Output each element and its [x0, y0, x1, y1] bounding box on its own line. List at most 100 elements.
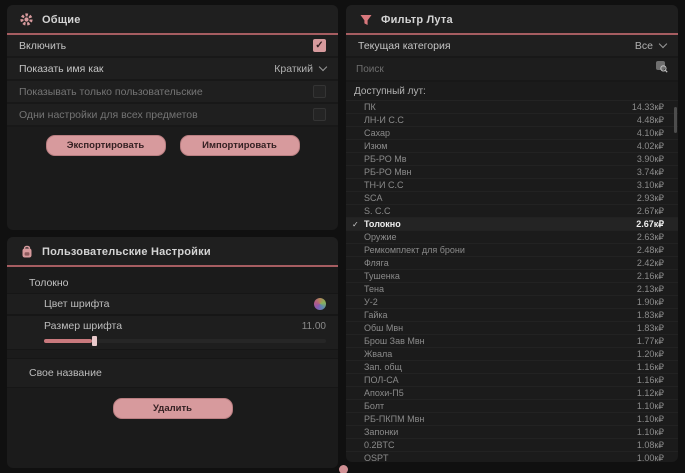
- show-name-label: Показать имя как: [19, 63, 104, 75]
- font-size-label: Размер шрифта: [44, 320, 122, 332]
- show-name-value: Краткий: [274, 63, 313, 75]
- same-settings-checkbox[interactable]: [313, 108, 326, 121]
- loot-item-name: Изюм: [364, 141, 637, 151]
- chevron-down-icon: [659, 40, 667, 48]
- search-input[interactable]: [356, 64, 655, 75]
- loot-item-name: Ремкомплект для брони: [364, 245, 637, 255]
- loot-row[interactable]: ✓ Толокно 2.67к₽: [346, 218, 678, 231]
- mod-settings-page: Общие Включить ✓ Показать имя как Кратки…: [0, 0, 685, 473]
- loot-item-value: 3.74к₽: [637, 167, 664, 178]
- loot-row[interactable]: SCA 2.93к₽: [346, 192, 678, 205]
- loot-row[interactable]: S. С.С 2.67к₽: [346, 205, 678, 218]
- loot-item-name: 0.2BTC: [364, 440, 637, 450]
- color-picker-icon[interactable]: [314, 298, 326, 310]
- loot-row[interactable]: ПОЛ-СА 1.16к₽: [346, 374, 678, 387]
- loot-row[interactable]: Оружие 2.63к₽: [346, 231, 678, 244]
- loot-row[interactable]: Гайка 1.83к₽: [346, 309, 678, 322]
- loot-row[interactable]: Сахар 4.10к₽: [346, 127, 678, 140]
- show-name-dropdown[interactable]: Краткий: [274, 63, 326, 75]
- enable-checkbox[interactable]: ✓: [313, 39, 326, 52]
- loot-item-value: 14.33к₽: [632, 102, 664, 113]
- loot-item-value: 1.10к₽: [637, 427, 664, 438]
- font-size-row: Размер шрифта 11.00: [7, 315, 338, 336]
- loot-row[interactable]: РБ-РО Мв 3.90к₽: [346, 153, 678, 166]
- loot-row[interactable]: Зап. общ 1.16к₽: [346, 361, 678, 374]
- loot-row[interactable]: ЛН-И С.С 4.48к₽: [346, 114, 678, 127]
- gear-icon: [19, 12, 34, 27]
- loot-row[interactable]: РБ-РО Мвн 3.74к₽: [346, 166, 678, 179]
- loot-row[interactable]: ПК 14.33к₽: [346, 101, 678, 114]
- loot-item-name: ПК: [364, 102, 632, 112]
- font-size-slider[interactable]: [44, 339, 326, 343]
- loot-item-name: S. С.С: [364, 206, 637, 216]
- slider-thumb[interactable]: [92, 336, 97, 346]
- loot-item-value: 2.63к₽: [637, 232, 664, 243]
- loot-row[interactable]: Изюм 4.02к₽: [346, 140, 678, 153]
- loot-item-value: 1.10к₽: [637, 414, 664, 425]
- loot-item-name: Запонки: [364, 427, 637, 437]
- loot-row[interactable]: Обш Мвн 1.83к₽: [346, 322, 678, 335]
- right-column: Фильтр Лута Текущая категория Все: [346, 5, 678, 468]
- loot-row[interactable]: OSPT 1.00к₽: [346, 452, 678, 462]
- export-button[interactable]: Экспортировать: [46, 135, 166, 156]
- loot-filter-header: Фильтр Лута: [346, 5, 678, 35]
- loot-item-name: Сахар: [364, 128, 637, 138]
- available-loot-label: Доступный лут:: [346, 82, 678, 100]
- show-name-row: Показать имя как Краткий: [7, 58, 338, 81]
- font-size-slider-wrap: [7, 336, 338, 350]
- loot-item-value: 2.67к₽: [637, 206, 664, 217]
- loot-list: ПК 14.33к₽ ЛН-И С.С 4.48к₽ Сахар 4.10к₽ …: [346, 100, 678, 462]
- loot-row[interactable]: Фляга 2.42к₽: [346, 257, 678, 270]
- delete-button[interactable]: Удалить: [113, 398, 233, 419]
- loot-row[interactable]: Тушенка 2.16к₽: [346, 270, 678, 283]
- loot-row[interactable]: ТН-И С.С 3.10к₽: [346, 179, 678, 192]
- panel-title: Общие: [42, 14, 81, 26]
- loot-item-value: 1.16к₽: [637, 362, 664, 373]
- loot-item-value: 2.16к₽: [637, 271, 664, 282]
- loot-item-name: РБ-РО Мв: [364, 154, 637, 164]
- only-custom-checkbox[interactable]: [313, 85, 326, 98]
- loot-item-name: Болт: [364, 401, 637, 411]
- loot-item-name: SCA: [364, 193, 637, 203]
- loot-row[interactable]: Запонки 1.10к₽: [346, 426, 678, 439]
- only-custom-row: Показывать только пользовательские: [7, 81, 338, 104]
- loot-row[interactable]: 0.2BTC 1.08к₽: [346, 439, 678, 452]
- loot-item-value: 3.10к₽: [637, 180, 664, 191]
- loot-item-value: 4.02к₽: [637, 141, 664, 152]
- loot-item-value: 2.42к₽: [637, 258, 664, 269]
- loot-row[interactable]: Ремкомплект для брони 2.48к₽: [346, 244, 678, 257]
- loot-item-name: РБ-ПКПМ Мвн: [364, 414, 637, 424]
- loot-item-value: 1.16к₽: [637, 375, 664, 386]
- enable-row: Включить ✓: [7, 35, 338, 58]
- loot-row[interactable]: У-2 1.90к₽: [346, 296, 678, 309]
- loot-item-name: РБ-РО Мвн: [364, 167, 637, 177]
- backpack-icon: [19, 244, 34, 259]
- font-color-label: Цвет шрифта: [44, 298, 110, 310]
- loot-item-name: Гайка: [364, 310, 637, 320]
- category-dropdown[interactable]: Все: [635, 40, 666, 52]
- selected-check-icon: ✓: [352, 220, 364, 229]
- loot-item-value: 4.48к₽: [637, 115, 664, 126]
- delete-row: Удалить: [7, 388, 338, 429]
- loot-row[interactable]: Болт 1.10к₽: [346, 400, 678, 413]
- import-button[interactable]: Импортировать: [180, 135, 300, 156]
- loot-item-value: 4.10к₽: [637, 128, 664, 139]
- same-settings-row: Одни настройки для всех предметов: [7, 104, 338, 127]
- scrollbar-thumb[interactable]: [674, 107, 677, 133]
- loot-row[interactable]: Апохи-П5 1.12к₽: [346, 387, 678, 400]
- loot-row[interactable]: Брош Зав Мвн 1.77к₽: [346, 335, 678, 348]
- resize-handle[interactable]: [339, 465, 348, 473]
- loot-item-name: Зап. общ: [364, 362, 637, 372]
- user-settings-panel: Пользовательские Настройки Толокно Цвет …: [7, 237, 338, 468]
- loot-item-value: 1.20к₽: [637, 349, 664, 360]
- loot-item-name: Тена: [364, 284, 637, 294]
- custom-name-input[interactable]: [112, 368, 326, 379]
- loot-row[interactable]: Тена 2.13к₽: [346, 283, 678, 296]
- search-icon[interactable]: [655, 60, 668, 78]
- loot-filter-panel: Фильтр Лута Текущая категория Все: [346, 5, 678, 462]
- general-panel-header: Общие: [7, 5, 338, 35]
- loot-row[interactable]: Жвала 1.20к₽: [346, 348, 678, 361]
- category-label: Текущая категория: [358, 40, 451, 52]
- loot-row[interactable]: РБ-ПКПМ Мвн 1.10к₽: [346, 413, 678, 426]
- loot-item-value: 2.93к₽: [637, 193, 664, 204]
